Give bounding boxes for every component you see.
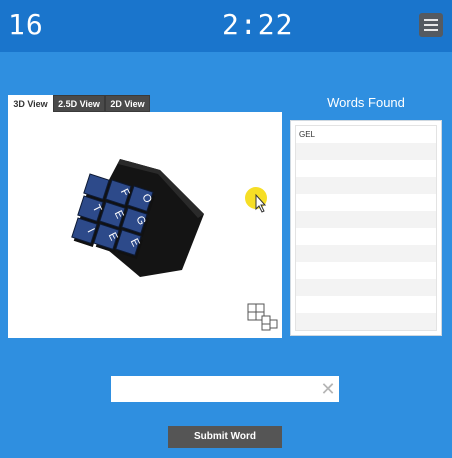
words-found-list: GEL xyxy=(295,125,437,331)
tab-2-5d-view[interactable]: 2.5D View xyxy=(53,95,105,112)
cube-viewport[interactable]: TIEEFGEOL xyxy=(8,112,282,338)
tab-2d-view[interactable]: 2D View xyxy=(105,95,150,112)
list-item xyxy=(296,211,436,228)
tab-3d-view[interactable]: 3D View xyxy=(8,95,53,112)
close-x-icon[interactable]: ✕ xyxy=(318,378,338,400)
words-found-panel: GEL xyxy=(290,120,442,336)
letter-cube[interactable]: TIEEFGEOL xyxy=(8,112,282,338)
timer-display: 2:22 xyxy=(222,8,294,41)
list-item xyxy=(296,262,436,279)
found-word: GEL xyxy=(299,130,316,139)
list-item xyxy=(296,296,436,313)
submit-word-button[interactable]: Submit Word xyxy=(168,426,282,448)
word-input[interactable] xyxy=(111,376,339,402)
list-item xyxy=(296,279,436,296)
list-item xyxy=(296,194,436,211)
list-item xyxy=(296,143,436,160)
list-item xyxy=(296,160,436,177)
top-bar: 16 2:22 xyxy=(0,0,452,52)
menu-button[interactable] xyxy=(419,13,443,37)
score-display: 16 xyxy=(8,8,44,41)
cube-stack-icon[interactable] xyxy=(247,303,278,331)
list-item xyxy=(296,228,436,245)
list-item xyxy=(296,245,436,262)
list-item xyxy=(296,313,436,330)
list-item xyxy=(296,177,436,194)
words-found-title: Words Found xyxy=(327,95,405,110)
